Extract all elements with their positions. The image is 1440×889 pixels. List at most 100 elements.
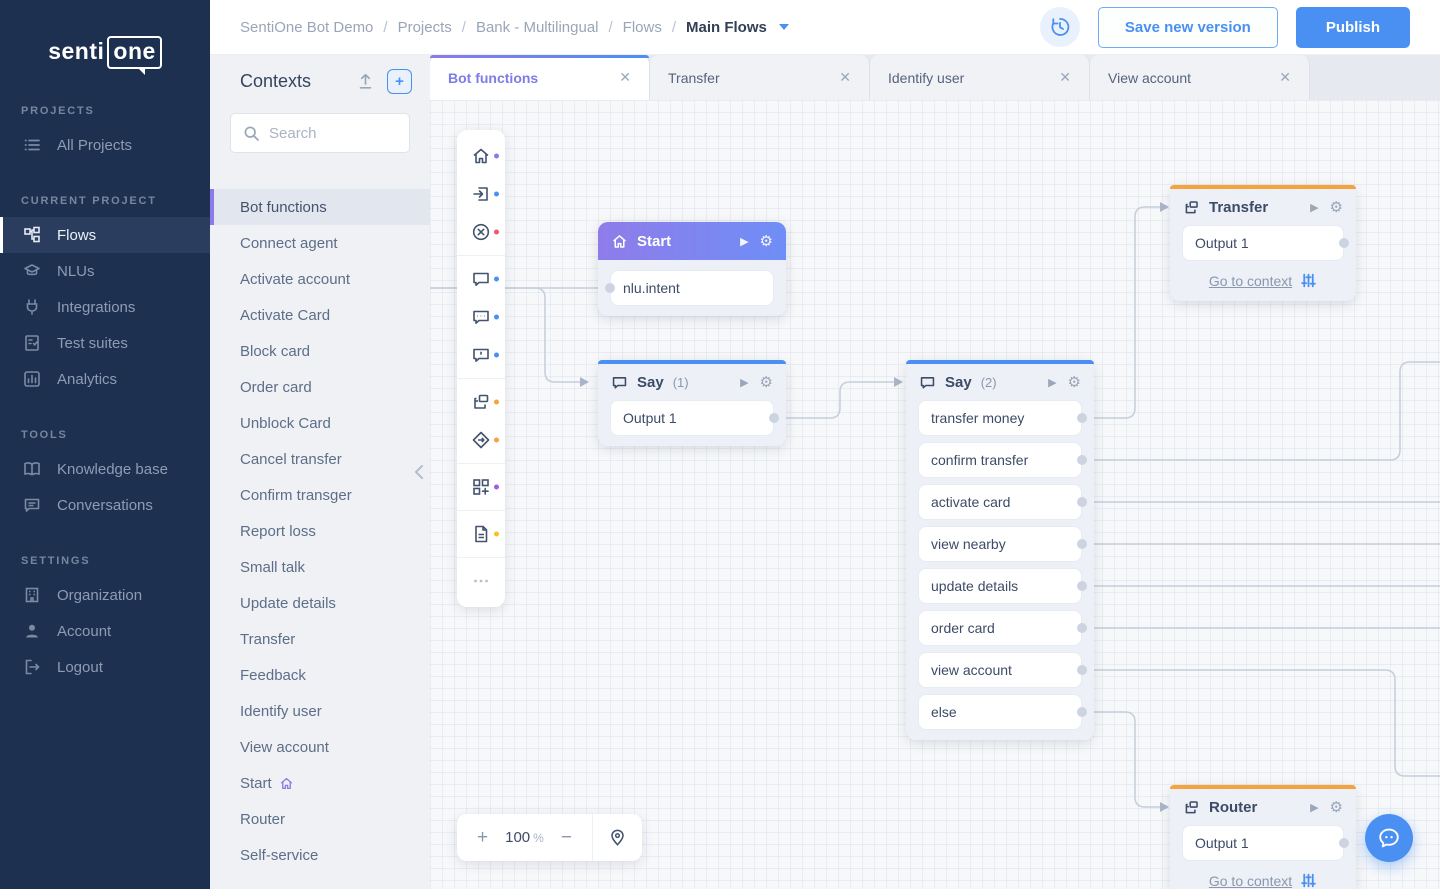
sidebar-item-nlus[interactable]: NLUs — [0, 253, 210, 289]
node-input-nlu-intent[interactable]: nlu.intent — [610, 270, 774, 306]
node-output[interactable]: else — [918, 694, 1082, 730]
sidebar-item-all-projects[interactable]: All Projects — [0, 127, 210, 163]
context-item[interactable]: Connect agent — [210, 225, 430, 261]
context-item[interactable]: Unblock Card — [210, 405, 430, 441]
integration-icon[interactable] — [457, 468, 505, 506]
collapse-panel-chevron-icon[interactable] — [414, 464, 424, 485]
sidebar-item-flows[interactable]: Flows — [0, 217, 210, 253]
node-output[interactable]: Output 1 — [1182, 225, 1344, 261]
output-port[interactable] — [769, 413, 779, 423]
node-start[interactable]: Start ▶⚙ nlu.intent — [598, 222, 786, 316]
flow-canvas[interactable]: Start ▶⚙ nlu.intent Say (1) ▶⚙ Outpu — [430, 100, 1440, 889]
context-item[interactable]: View account — [210, 729, 430, 765]
tab-view-account[interactable]: View account ✕ — [1090, 55, 1310, 100]
output-port[interactable] — [1077, 497, 1087, 507]
input-port[interactable] — [605, 283, 615, 293]
sidebar-item-account[interactable]: Account — [0, 613, 210, 649]
node-output[interactable]: update details — [918, 568, 1082, 604]
output-port[interactable] — [1077, 455, 1087, 465]
sidebar-item-knowledge-base[interactable]: Knowledge base — [0, 451, 210, 487]
context-item[interactable]: Update details — [210, 585, 430, 621]
publish-button[interactable]: Publish — [1296, 7, 1410, 48]
save-new-version-button[interactable]: Save new version — [1098, 7, 1278, 48]
context-icon[interactable] — [457, 383, 505, 421]
play-icon[interactable]: ▶ — [1048, 376, 1056, 389]
play-icon[interactable]: ▶ — [1310, 201, 1318, 214]
sliders-icon[interactable] — [1300, 272, 1317, 289]
sidebar-item-logout[interactable]: Logout — [0, 649, 210, 685]
node-say-1[interactable]: Say (1) ▶⚙ Output 1 — [598, 360, 786, 446]
more-icon[interactable] — [457, 562, 505, 600]
chevron-down-icon[interactable] — [779, 24, 789, 30]
node-start-header[interactable]: Start ▶⚙ — [598, 222, 786, 260]
node-output[interactable]: order card — [918, 610, 1082, 646]
play-icon[interactable]: ▶ — [740, 376, 748, 389]
node-output[interactable]: confirm transfer — [918, 442, 1082, 478]
close-icon[interactable]: ✕ — [839, 69, 851, 86]
chat-widget-button[interactable] — [1365, 814, 1413, 862]
node-output[interactable]: activate card — [918, 484, 1082, 520]
decision-icon[interactable] — [457, 421, 505, 459]
context-item-bot-functions[interactable]: Bot functions — [210, 189, 430, 225]
output-port[interactable] — [1077, 581, 1087, 591]
search-input[interactable] — [269, 125, 397, 142]
gear-icon[interactable]: ⚙ — [1068, 373, 1081, 391]
tab-bot-functions[interactable]: Bot functions ✕ — [430, 55, 650, 100]
node-transfer-header[interactable]: Transfer ▶⚙ — [1170, 189, 1356, 225]
sliders-icon[interactable] — [1300, 872, 1317, 889]
output-port[interactable] — [1339, 238, 1349, 248]
say-icon[interactable] — [457, 260, 505, 298]
go-to-context-link[interactable]: Go to context — [1209, 273, 1292, 289]
context-item[interactable]: Identify user — [210, 693, 430, 729]
tab-identify-user[interactable]: Identify user ✕ — [870, 55, 1090, 100]
typing-icon[interactable] — [457, 298, 505, 336]
context-item[interactable]: Self-service — [210, 837, 430, 873]
upload-icon[interactable] — [356, 72, 375, 91]
context-item[interactable]: Feedback — [210, 657, 430, 693]
sidebar-item-conversations[interactable]: Conversations — [0, 487, 210, 523]
breadcrumb-item[interactable]: SentiOne Bot Demo — [240, 19, 373, 36]
close-icon[interactable]: ✕ — [1059, 69, 1071, 86]
node-say-2-header[interactable]: Say (2) ▶⚙ — [906, 364, 1094, 400]
enter-icon[interactable] — [457, 175, 505, 213]
output-port[interactable] — [1077, 665, 1087, 675]
breadcrumb-item[interactable]: Projects — [398, 19, 452, 36]
play-icon[interactable]: ▶ — [1310, 801, 1318, 814]
close-icon[interactable]: ✕ — [1279, 69, 1291, 86]
document-icon[interactable] — [457, 515, 505, 553]
breadcrumb-item[interactable]: Flows — [623, 19, 662, 36]
node-router[interactable]: Router ▶⚙ Output 1 Go to context — [1170, 785, 1356, 889]
sidebar-item-integrations[interactable]: Integrations — [0, 289, 210, 325]
node-say-2[interactable]: Say (2) ▶⚙ transfer money confirm transf… — [906, 360, 1094, 740]
sidebar-item-test-suites[interactable]: Test suites — [0, 325, 210, 361]
zoom-in-button[interactable]: + — [477, 828, 488, 847]
sidebar-item-analytics[interactable]: Analytics — [0, 361, 210, 397]
tab-transfer[interactable]: Transfer ✕ — [650, 55, 870, 100]
context-item-start[interactable]: Start — [210, 765, 430, 801]
context-item[interactable]: Activate account — [210, 261, 430, 297]
go-to-context-link[interactable]: Go to context — [1209, 873, 1292, 889]
node-output[interactable]: transfer money — [918, 400, 1082, 436]
context-item[interactable]: Router — [210, 801, 430, 837]
add-context-button[interactable]: + — [387, 69, 412, 94]
node-output[interactable]: Output 1 — [610, 400, 774, 436]
context-item[interactable]: Report loss — [210, 513, 430, 549]
output-port[interactable] — [1077, 413, 1087, 423]
context-item[interactable]: Block card — [210, 333, 430, 369]
notice-icon[interactable] — [457, 336, 505, 374]
close-icon[interactable]: ✕ — [619, 69, 631, 86]
node-output[interactable]: view account — [918, 652, 1082, 688]
node-say-1-header[interactable]: Say (1) ▶⚙ — [598, 364, 786, 400]
output-port[interactable] — [1077, 623, 1087, 633]
sidebar-item-organization[interactable]: Organization — [0, 577, 210, 613]
gear-icon[interactable]: ⚙ — [1330, 798, 1343, 816]
context-item[interactable]: Small talk — [210, 549, 430, 585]
node-output[interactable]: view nearby — [918, 526, 1082, 562]
history-button[interactable] — [1040, 7, 1080, 47]
context-item[interactable]: Confirm transger — [210, 477, 430, 513]
play-icon[interactable]: ▶ — [740, 235, 748, 248]
output-port[interactable] — [1077, 707, 1087, 717]
node-transfer[interactable]: Transfer ▶⚙ Output 1 Go to context — [1170, 185, 1356, 301]
gear-icon[interactable]: ⚙ — [1330, 198, 1343, 216]
output-port[interactable] — [1077, 539, 1087, 549]
